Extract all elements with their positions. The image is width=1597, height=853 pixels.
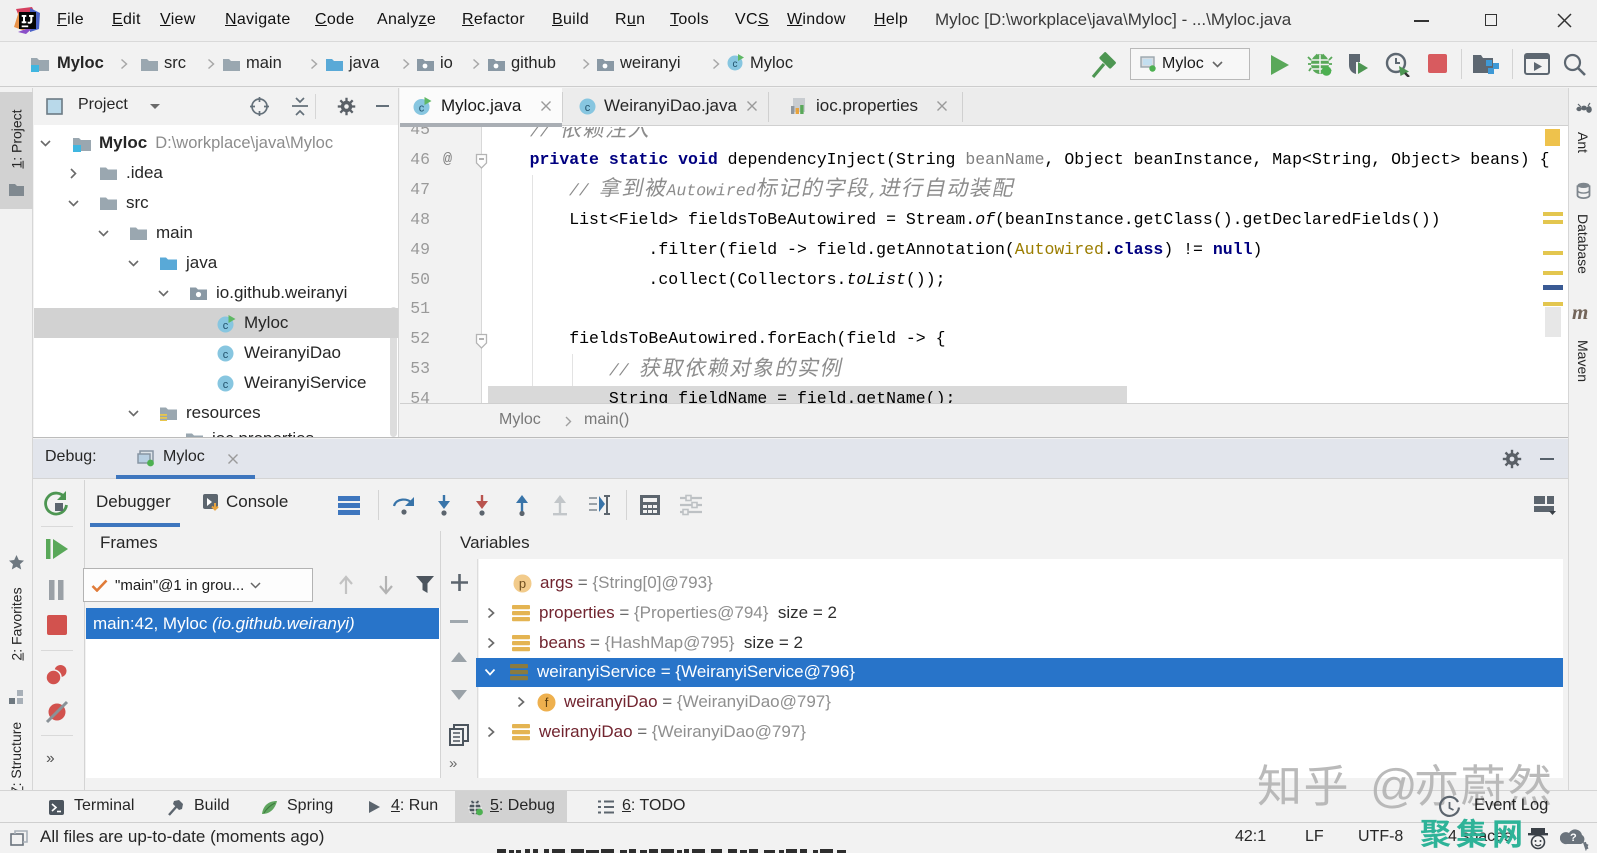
svg-text:c: c	[223, 349, 229, 361]
svg-text:c: c	[419, 103, 425, 115]
svg-text:?: ?	[1570, 832, 1577, 844]
svg-text:c: c	[223, 379, 229, 391]
svg-text:c: c	[223, 320, 229, 332]
svg-text:f: f	[545, 695, 549, 710]
svg-text:p: p	[519, 576, 526, 591]
svg-text:c: c	[733, 59, 738, 70]
svg-text:c: c	[585, 102, 591, 114]
